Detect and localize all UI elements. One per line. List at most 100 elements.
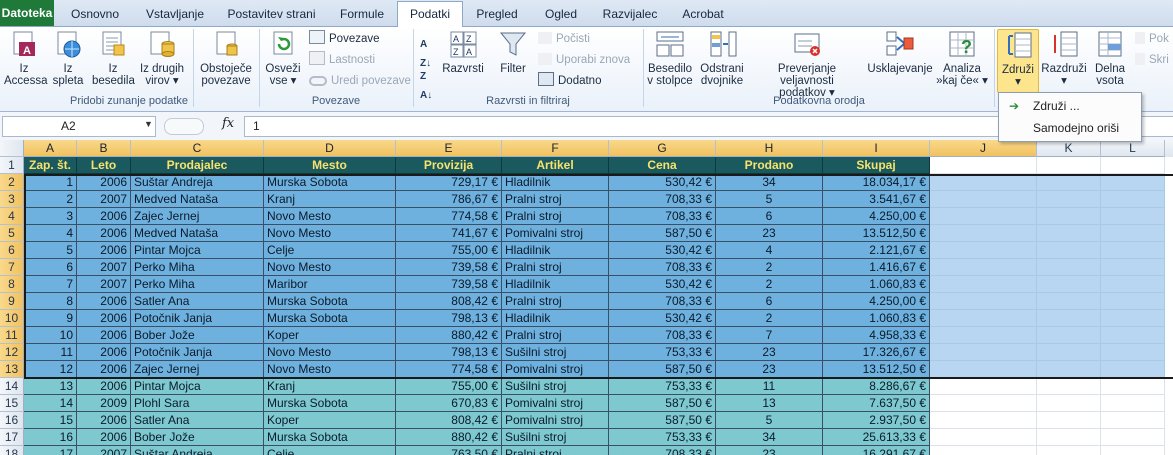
text-to-columns-button[interactable]: Besedilo v stolpce	[646, 29, 694, 87]
tab-acrobat[interactable]: Acrobat	[671, 4, 735, 24]
table-cell[interactable]: 708,33 €	[609, 208, 716, 225]
table-cell[interactable]: Kranj	[264, 191, 396, 208]
empty-cell[interactable]	[1037, 446, 1101, 455]
empty-cell[interactable]	[1037, 276, 1101, 293]
empty-cell[interactable]	[1037, 242, 1101, 259]
table-cell[interactable]: 4	[716, 242, 823, 259]
table-cell[interactable]: 34	[716, 174, 823, 191]
table-cell[interactable]: Sušilni stroj	[502, 378, 609, 395]
empty-cell[interactable]	[930, 259, 1037, 276]
column-header-E[interactable]: E	[396, 140, 502, 157]
empty-cell[interactable]	[1037, 208, 1101, 225]
column-header-F[interactable]: F	[502, 140, 609, 157]
table-cell[interactable]: 753,33 €	[609, 429, 716, 446]
table-header-cell[interactable]: Skupaj	[823, 157, 930, 174]
empty-cell[interactable]	[1037, 378, 1101, 395]
table-cell[interactable]: 2006	[77, 208, 131, 225]
from-access-button[interactable]: A Iz Accessa	[4, 29, 47, 87]
name-box[interactable]: A2	[2, 116, 156, 137]
table-cell[interactable]: 880,42 €	[396, 327, 502, 344]
table-cell[interactable]: Pralni stroj	[502, 208, 609, 225]
row-header[interactable]: 9	[0, 293, 24, 310]
table-header-cell[interactable]: Zap. št.	[24, 157, 77, 174]
row-header[interactable]: 10	[0, 310, 24, 327]
table-cell[interactable]: 7	[24, 276, 77, 293]
table-cell[interactable]: 1.060,83 €	[823, 276, 930, 293]
table-cell[interactable]: 530,42 €	[609, 310, 716, 327]
consolidate-button[interactable]: Usklajevanje	[867, 29, 933, 75]
table-cell[interactable]: 13	[24, 378, 77, 395]
table-cell[interactable]: Novo Mesto	[264, 225, 396, 242]
table-cell[interactable]: Novo Mesto	[264, 344, 396, 361]
empty-cell[interactable]	[1037, 259, 1101, 276]
row-header[interactable]: 4	[0, 208, 24, 225]
tab-datoteka[interactable]: Datoteka	[0, 0, 54, 26]
table-cell[interactable]: 23	[716, 446, 823, 455]
table-cell[interactable]: 5	[716, 191, 823, 208]
sort-descending-button[interactable]: Z A↓	[420, 67, 438, 101]
table-cell[interactable]: 6	[716, 208, 823, 225]
table-cell[interactable]: 12	[24, 361, 77, 378]
table-cell[interactable]: Potočnik Janja	[131, 344, 264, 361]
table-cell[interactable]: 14	[24, 395, 77, 412]
tab-vstavljanje[interactable]: Vstavljanje	[136, 4, 214, 24]
empty-cell[interactable]	[930, 157, 1037, 174]
table-cell[interactable]: 2007	[77, 191, 131, 208]
empty-cell[interactable]	[930, 327, 1037, 344]
column-header-L[interactable]: L	[1101, 140, 1165, 157]
empty-cell[interactable]	[1101, 429, 1165, 446]
empty-cell[interactable]	[930, 429, 1037, 446]
empty-cell[interactable]	[930, 446, 1037, 455]
table-cell[interactable]: 16	[24, 429, 77, 446]
table-cell[interactable]: 15	[24, 412, 77, 429]
row-header[interactable]: 6	[0, 242, 24, 259]
table-cell[interactable]: 2006	[77, 361, 131, 378]
table-cell[interactable]: Maribor	[264, 276, 396, 293]
table-cell[interactable]: 17	[24, 446, 77, 455]
empty-cell[interactable]	[930, 276, 1037, 293]
table-cell[interactable]: 8.286,67 €	[823, 378, 930, 395]
table-cell[interactable]: 798,13 €	[396, 344, 502, 361]
remove-duplicates-button[interactable]: Odstrani dvojnike	[698, 29, 746, 87]
table-cell[interactable]: 587,50 €	[609, 412, 716, 429]
table-cell[interactable]: 2007	[77, 446, 131, 455]
table-cell[interactable]: 7.637,50 €	[823, 395, 930, 412]
table-cell[interactable]: Medved Nataša	[131, 225, 264, 242]
table-cell[interactable]: 755,00 €	[396, 242, 502, 259]
table-cell[interactable]: Pintar Mojca	[131, 242, 264, 259]
table-header-cell[interactable]: Artikel	[502, 157, 609, 174]
table-cell[interactable]: 1.416,67 €	[823, 259, 930, 276]
empty-cell[interactable]	[930, 174, 1037, 191]
table-cell[interactable]: 587,50 €	[609, 225, 716, 242]
empty-cell[interactable]	[1037, 174, 1101, 191]
table-cell[interactable]: 587,50 €	[609, 361, 716, 378]
table-cell[interactable]: Pralni stroj	[502, 191, 609, 208]
table-cell[interactable]: 587,50 €	[609, 395, 716, 412]
empty-cell[interactable]	[930, 242, 1037, 259]
empty-cell[interactable]	[930, 225, 1037, 242]
row-header[interactable]: 1	[0, 157, 24, 174]
column-header-C[interactable]: C	[131, 140, 264, 157]
table-cell[interactable]: 2006	[77, 378, 131, 395]
table-cell[interactable]: 2007	[77, 276, 131, 293]
column-header-G[interactable]: G	[609, 140, 716, 157]
table-cell[interactable]: Medved Nataša	[131, 191, 264, 208]
empty-cell[interactable]	[930, 208, 1037, 225]
table-cell[interactable]: 8	[24, 293, 77, 310]
table-cell[interactable]: Murska Sobota	[264, 429, 396, 446]
table-cell[interactable]: 2007	[77, 259, 131, 276]
table-cell[interactable]: Pomivalni stroj	[502, 395, 609, 412]
table-cell[interactable]: 2006	[77, 429, 131, 446]
table-cell[interactable]: 753,33 €	[609, 344, 716, 361]
table-cell[interactable]: 739,58 €	[396, 276, 502, 293]
table-cell[interactable]: 530,42 €	[609, 174, 716, 191]
table-cell[interactable]: 23	[716, 344, 823, 361]
table-cell[interactable]: 808,42 €	[396, 293, 502, 310]
table-cell[interactable]: 2006	[77, 174, 131, 191]
empty-cell[interactable]	[930, 310, 1037, 327]
row-header[interactable]: 14	[0, 378, 24, 395]
empty-cell[interactable]	[1101, 327, 1165, 344]
empty-cell[interactable]	[1101, 361, 1165, 378]
table-cell[interactable]: 2006	[77, 344, 131, 361]
table-cell[interactable]: 23	[716, 361, 823, 378]
